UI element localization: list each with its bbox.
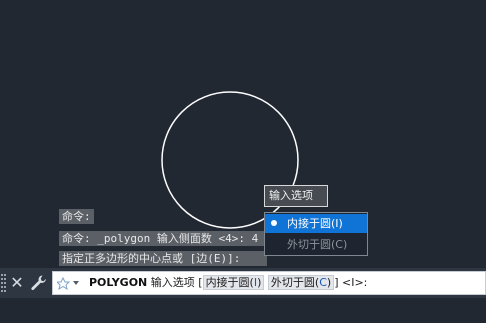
wrench-icon[interactable] — [30, 274, 48, 292]
option-label: 内接于圆(I) — [287, 217, 343, 230]
command-line-bar: ✕ POLYGON 输入选项 [内接于圆(I) 外切于圆(C)] <I>: — [0, 268, 486, 298]
prompt-label: 输入选项 — [150, 276, 195, 289]
command-history-line: 命令: — [59, 209, 94, 224]
dynamic-input-options-menu: 内接于圆(I) 外切于圆(C) — [264, 212, 368, 256]
default-value: <I>: — [341, 276, 368, 289]
command-history-line: 指定正多边形的中心点或 [边(E)]: — [59, 251, 267, 266]
command-prompt-text: POLYGON 输入选项 [内接于圆(I) 外切于圆(C)] <I>: — [89, 272, 367, 294]
bracket: [ — [198, 276, 203, 289]
option-text: ) — [326, 276, 332, 289]
option-inscribed[interactable]: 内接于圆(I) — [265, 214, 367, 233]
option-circumscribed[interactable]: 外切于圆(C) — [265, 235, 367, 254]
command-prompt-icon[interactable] — [57, 276, 81, 290]
dynamic-input-title: 输入选项 — [264, 185, 328, 207]
drawing-svg — [161, 91, 299, 229]
option-text: ) — [257, 276, 262, 289]
option-text: 外切于圆( — [270, 276, 320, 289]
close-icon[interactable]: ✕ — [10, 273, 24, 293]
bracket: ] — [334, 276, 339, 289]
circle-entity[interactable] — [161, 91, 299, 229]
option-circumscribed-link[interactable]: 外切于圆(C) — [267, 275, 335, 290]
grip-icon[interactable] — [1, 274, 7, 292]
command-name: POLYGON — [89, 276, 148, 289]
option-text: 内接于圆( — [205, 276, 254, 289]
drawing-canvas[interactable]: 命令: 命令: _polygon 输入侧面数 <4>: 4 指定正多边形的中心点… — [0, 0, 486, 268]
selected-bullet-icon — [271, 220, 277, 226]
option-inscribed-link[interactable]: 内接于圆(I) — [202, 275, 265, 290]
option-key: C — [319, 276, 327, 289]
command-input[interactable]: POLYGON 输入选项 [内接于圆(I) 外切于圆(C)] <I>: — [52, 271, 486, 295]
status-strip — [0, 298, 486, 323]
command-history-line: 命令: _polygon 输入侧面数 <4>: 4 — [59, 231, 265, 246]
option-label: 外切于圆(C) — [287, 238, 348, 251]
